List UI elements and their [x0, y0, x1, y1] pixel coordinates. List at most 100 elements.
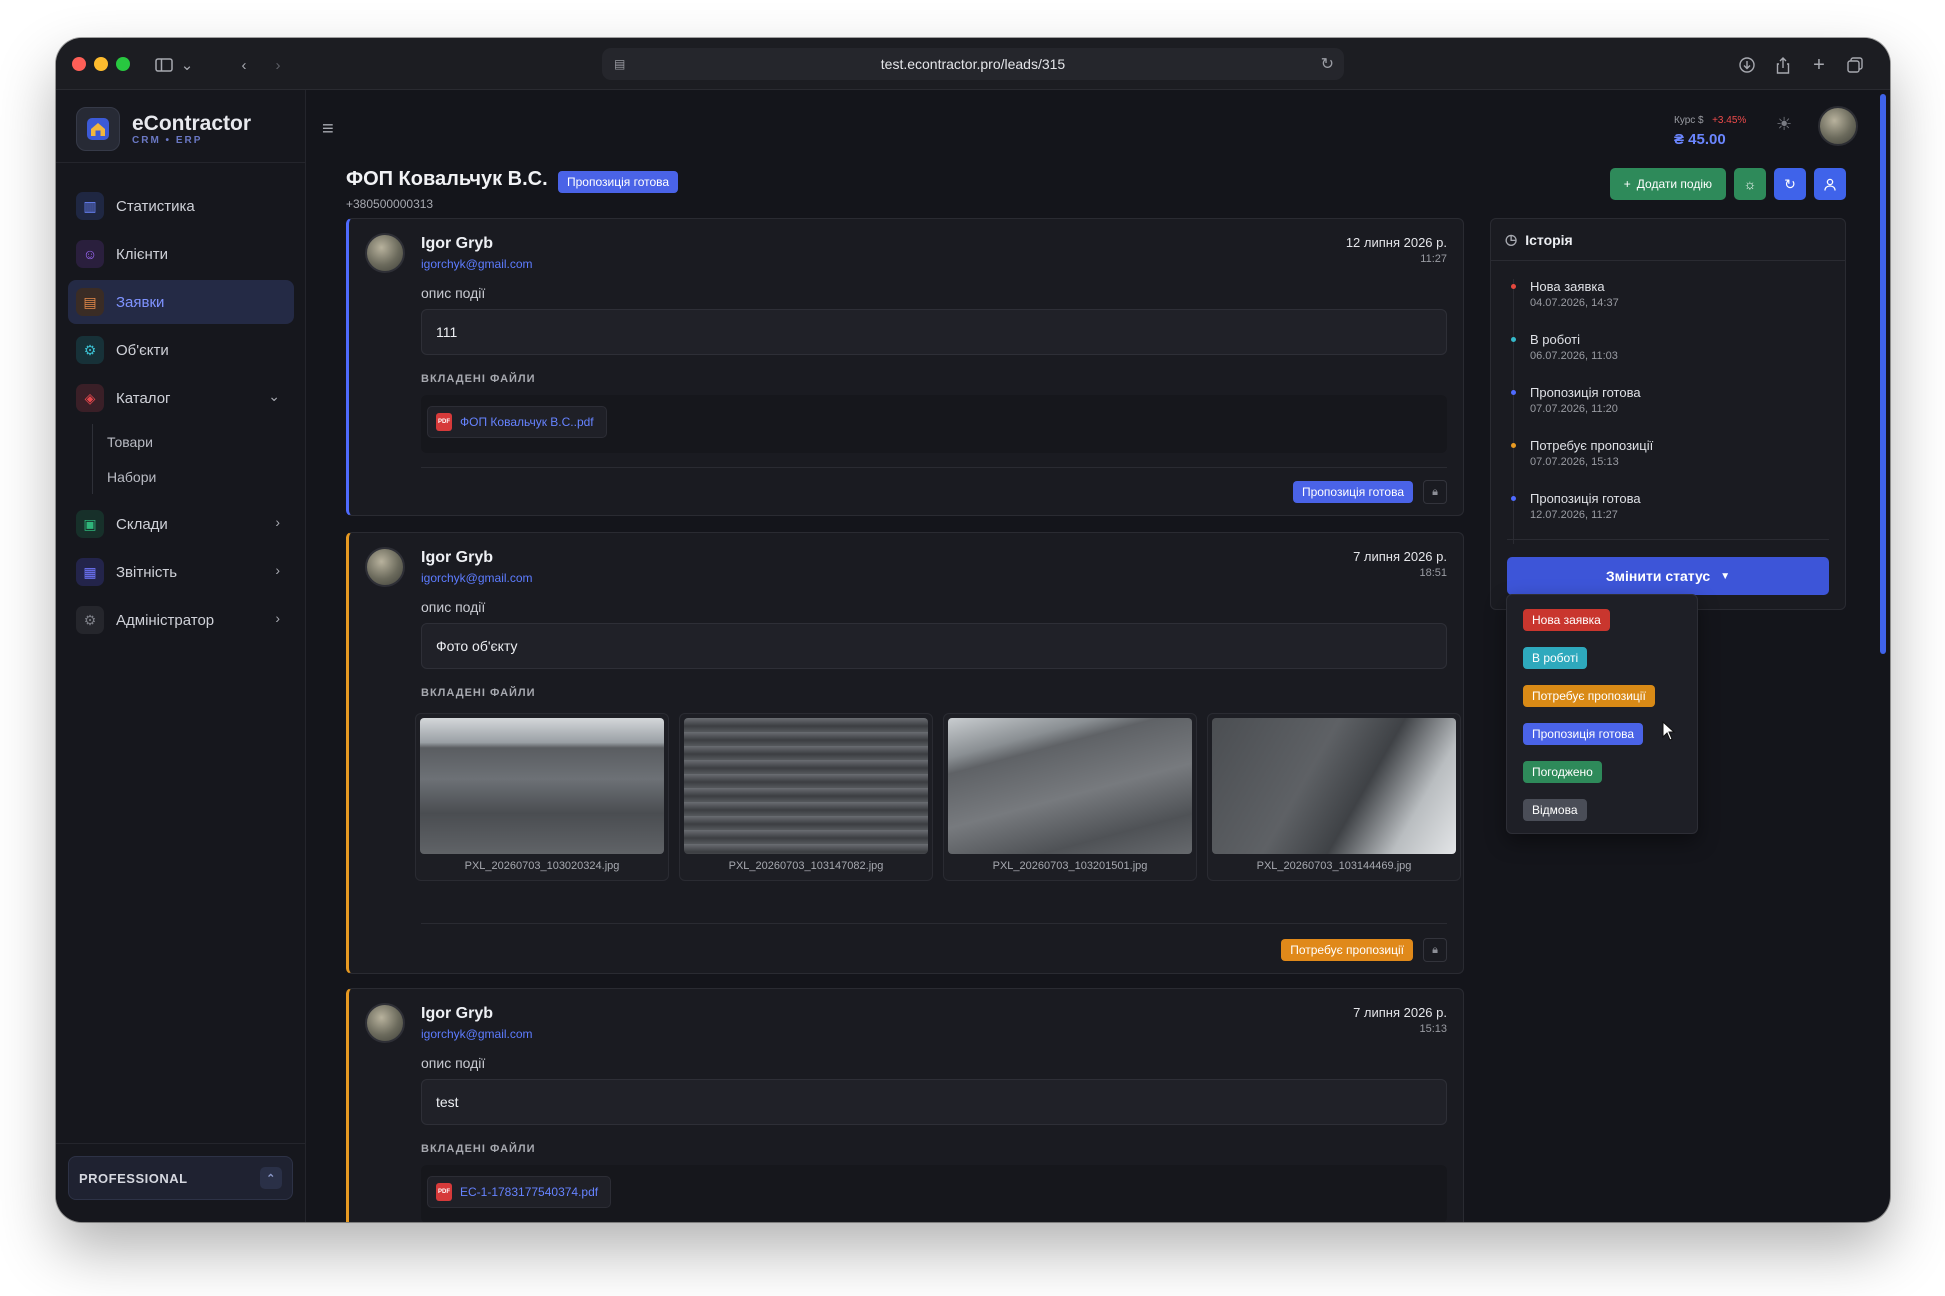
status-option-badge: Потребує пропозиції: [1523, 685, 1655, 707]
report-icon: ▦: [76, 558, 104, 586]
rate-change: +3.45%: [1712, 115, 1747, 126]
back-icon[interactable]: ‹: [234, 52, 254, 78]
maximize-window-button[interactable]: [116, 57, 130, 71]
chevron-right-icon: ›: [275, 610, 280, 626]
sidebar-toggle-icon[interactable]: [152, 52, 176, 78]
history-divider: [1507, 539, 1829, 540]
attachments-label: ВКЛАДЕНІ ФАЙЛИ: [421, 373, 536, 385]
status-option[interactable]: В роботі: [1523, 647, 1697, 685]
clock-icon: ◷: [1505, 231, 1518, 247]
event-email[interactable]: igorchyk@gmail.com: [421, 1027, 533, 1041]
history-entry: Нова заявка 04.07.2026, 14:37: [1511, 279, 1833, 332]
status-option[interactable]: Відмова: [1523, 799, 1697, 837]
minimize-window-button[interactable]: [94, 57, 108, 71]
status-option[interactable]: Нова заявка: [1523, 609, 1697, 647]
avatar: [365, 547, 405, 587]
lock-icon[interactable]: 🔒︎: [1423, 938, 1447, 962]
sidebar-item-clients[interactable]: ☺ Клієнти: [68, 232, 294, 276]
photo-thumbnail[interactable]: PXL_20260703_103144469.jpg: [1207, 713, 1461, 881]
sidebar-item-objects[interactable]: ⚙ Об'єкти: [68, 328, 294, 372]
add-event-button[interactable]: + Додати подію: [1609, 168, 1726, 200]
photo-thumbnail[interactable]: PXL_20260703_103147082.jpg: [679, 713, 933, 881]
photo-caption: PXL_20260703_103144469.jpg: [1256, 860, 1412, 872]
file-attachment[interactable]: PDF ФОП Ковальчук В.С..pdf: [427, 406, 607, 438]
sidebar-subitem-sets[interactable]: Набори: [107, 459, 294, 494]
new-tab-icon[interactable]: +: [1808, 52, 1830, 78]
add-event-label: Додати подію: [1636, 177, 1712, 191]
sun-icon[interactable]: ☼: [1734, 168, 1766, 200]
history-entry: Потребує пропозиції 07.07.2026, 15:13: [1511, 438, 1833, 491]
event-author: Igor Gryb: [421, 235, 494, 252]
plan-selector[interactable]: PROFESSIONAL ⌃: [68, 1156, 293, 1200]
roof-photo: [1212, 718, 1456, 854]
sidebar-subitem-products[interactable]: Товари: [107, 424, 294, 459]
lock-icon[interactable]: 🔒︎: [1423, 480, 1447, 504]
sidebar-item-label: Склади: [116, 515, 168, 533]
site-settings-icon[interactable]: ▤: [614, 57, 628, 71]
history-header: ◷ Історія: [1491, 219, 1845, 261]
status-option[interactable]: Погоджено: [1523, 761, 1697, 799]
share-icon[interactable]: [1772, 52, 1794, 78]
history-panel: ◷ Історія Нова заявка 04.07.2026, 14:37 В …: [1490, 218, 1846, 610]
photo-thumbnail[interactable]: PXL_20260703_103201501.jpg: [943, 713, 1197, 881]
status-dot-icon: [1511, 496, 1516, 501]
attachments-area: PDF EC-1-1783177540374.pdf: [421, 1165, 1447, 1222]
scrollbar[interactable]: [1880, 94, 1886, 654]
status-dropdown-menu: Нова заявка В роботі Потребує пропозиції Пр…: [1506, 594, 1698, 834]
rate-value: ₴ 45.00: [1674, 131, 1726, 148]
change-status-label: Змінити статус: [1605, 568, 1711, 584]
address-bar[interactable]: ▤ test.econtractor.pro/leads/315 ↻: [602, 48, 1344, 80]
event-card: Igor Gryb igorchyk@gmail.com 7 липня 202…: [346, 988, 1464, 1222]
event-card: Igor Gryb igorchyk@gmail.com 7 липня 202…: [346, 532, 1464, 974]
close-window-button[interactable]: [72, 57, 86, 71]
status-dot-icon: [1511, 337, 1516, 342]
sidebar-divider: [56, 162, 305, 163]
bar-chart-icon: ▥: [76, 192, 104, 220]
attachments-label: ВКЛАДЕНІ ФАЙЛИ: [421, 687, 536, 699]
event-card: Igor Gryb igorchyk@gmail.com 12 липня 20…: [346, 218, 1464, 516]
event-email[interactable]: igorchyk@gmail.com: [421, 257, 533, 271]
roof-photo: [684, 718, 928, 854]
reload-icon[interactable]: ↻: [1321, 54, 1334, 74]
history-entry-date: 06.07.2026, 11:03: [1530, 350, 1618, 362]
refresh-icon[interactable]: ↻: [1774, 168, 1806, 200]
logo-icon: [76, 107, 120, 151]
box-icon: ◈: [76, 384, 104, 412]
plus-icon: +: [1623, 177, 1631, 191]
avatar: [365, 233, 405, 273]
description-field: test: [421, 1079, 1447, 1125]
sidebar-item-label: Заявки: [116, 293, 165, 311]
status-badge: Пропозиція готова: [558, 171, 679, 193]
user-icon[interactable]: [1814, 168, 1846, 200]
url-text: test.econtractor.pro/leads/315: [880, 56, 1066, 72]
chevron-down-icon[interactable]: ⌄: [180, 52, 194, 78]
brand-tagline: CRM • ERP: [132, 134, 203, 146]
chevron-right-icon: ›: [275, 514, 280, 530]
avatar[interactable]: [1818, 106, 1858, 146]
event-author: Igor Gryb: [421, 549, 494, 566]
page-title: ФОП Ковальчук В.С.: [346, 168, 548, 190]
sidebar-item-statistics[interactable]: ▥ Статистика: [68, 184, 294, 228]
event-email[interactable]: igorchyk@gmail.com: [421, 571, 533, 585]
sidebar-item-admin[interactable]: ⚙ Адміністратор ›: [68, 598, 294, 642]
tabs-overview-icon[interactable]: [1844, 52, 1866, 78]
sidebar-item-warehouses[interactable]: ▣ Склади ›: [68, 502, 294, 546]
file-attachment[interactable]: PDF EC-1-1783177540374.pdf: [427, 1176, 612, 1208]
download-icon[interactable]: [1736, 52, 1758, 78]
chevron-down-icon: ⌄: [268, 388, 280, 404]
history-entry: Пропозиція готова 07.07.2026, 11:20: [1511, 385, 1833, 438]
status-option-badge: В роботі: [1523, 647, 1588, 669]
chevron-up-icon[interactable]: ⌃: [260, 1167, 282, 1189]
menu-icon[interactable]: ≡: [322, 118, 334, 141]
sidebar-item-catalog[interactable]: ◈ Каталог ⌄: [68, 376, 294, 420]
sidebar-item-leads[interactable]: ▤ Заявки: [68, 280, 294, 324]
change-status-button[interactable]: Змінити статус ▼: [1507, 557, 1829, 595]
event-time: 18:51: [1419, 567, 1447, 579]
forward-icon[interactable]: ›: [268, 52, 288, 78]
status-option[interactable]: Потребує пропозиції: [1523, 685, 1697, 723]
brand[interactable]: eContractor CRM • ERP: [76, 104, 251, 154]
sidebar-item-reports[interactable]: ▦ Звітність ›: [68, 550, 294, 594]
sun-icon[interactable]: ☀: [1776, 114, 1792, 135]
photo-caption: PXL_20260703_103147082.jpg: [728, 860, 884, 872]
photo-thumbnail[interactable]: PXL_20260703_103020324.jpg: [415, 713, 669, 881]
